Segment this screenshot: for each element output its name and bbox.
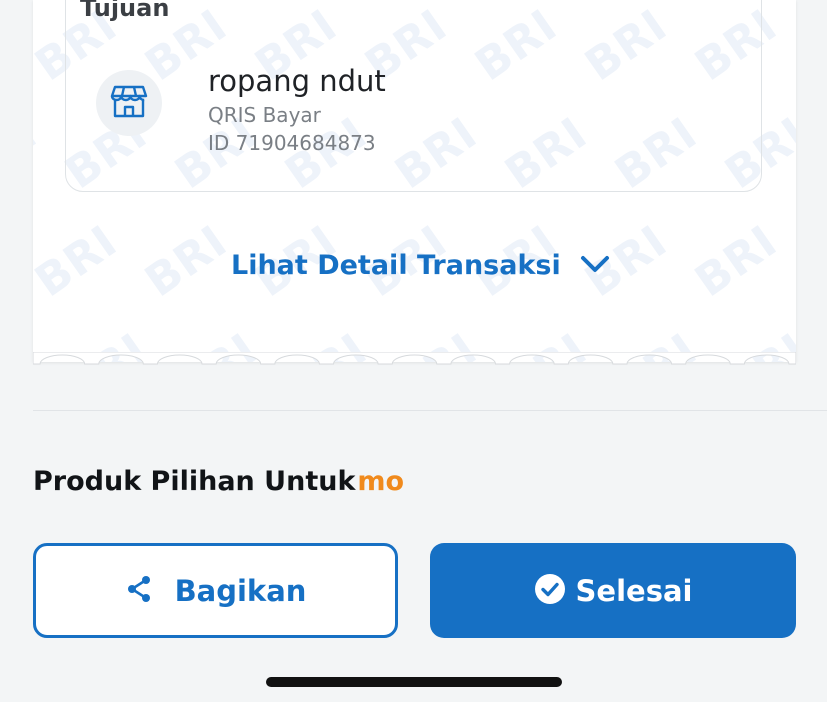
watermark-logo: BRI bbox=[686, 215, 787, 308]
receipt-card: BRI BRI BRI BRI BRI BRI BRI BRI BRI BRI BRI BRI BRI B… bbox=[33, 0, 796, 362]
section-divider bbox=[33, 410, 827, 411]
watermark-logo: BRI bbox=[136, 215, 237, 308]
watermark-logo: BRI bbox=[33, 215, 127, 308]
watermark-logo: BRI bbox=[33, 107, 47, 200]
done-button-label: Selesai bbox=[575, 573, 693, 608]
share-button[interactable]: Bagikan bbox=[33, 543, 398, 638]
payment-type: QRIS Bayar bbox=[208, 103, 321, 127]
chevron-down-icon bbox=[579, 254, 611, 278]
destination-card bbox=[65, 0, 762, 192]
merchant-name: ropang ndut bbox=[208, 64, 386, 98]
recommended-products-label: Produk Pilihan Untuk bbox=[33, 466, 356, 497]
share-icon bbox=[125, 574, 153, 608]
merchant-id: ID 71904684873 bbox=[208, 131, 376, 155]
recommended-products-title: Produk Pilihan Untuk mo bbox=[33, 466, 404, 497]
receipt-torn-edge bbox=[33, 352, 796, 365]
view-transaction-detail-link[interactable]: Lihat Detail Transaksi bbox=[231, 250, 611, 281]
view-transaction-detail-label: Lihat Detail Transaksi bbox=[231, 250, 561, 281]
destination-title: Tujuan bbox=[80, 0, 170, 22]
store-icon bbox=[109, 81, 149, 125]
share-button-label: Bagikan bbox=[174, 573, 307, 608]
check-circle-icon bbox=[534, 573, 566, 609]
home-indicator[interactable] bbox=[266, 677, 562, 687]
merchant-avatar bbox=[96, 70, 162, 136]
brand-mo-logo: mo bbox=[357, 466, 405, 497]
done-button[interactable]: Selesai bbox=[430, 543, 796, 638]
transaction-receipt-screen: BRI BRI BRI BRI BRI BRI BRI BRI BRI BRI BRI BRI BRI B… bbox=[0, 0, 827, 702]
